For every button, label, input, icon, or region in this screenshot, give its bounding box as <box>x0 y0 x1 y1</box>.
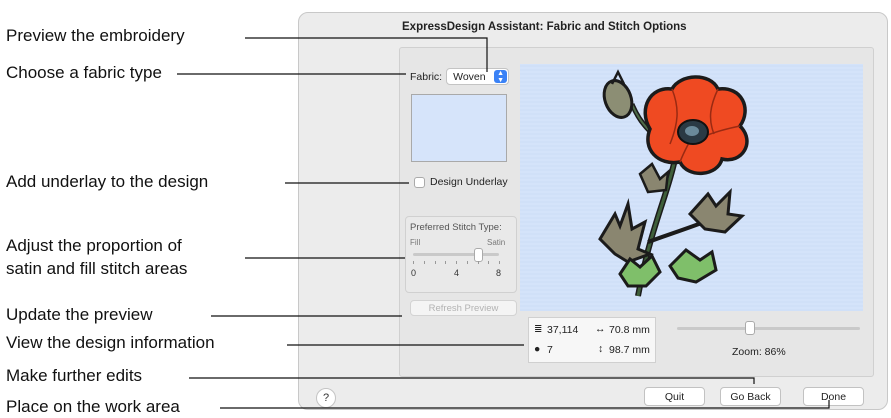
callout-lines <box>177 37 830 409</box>
